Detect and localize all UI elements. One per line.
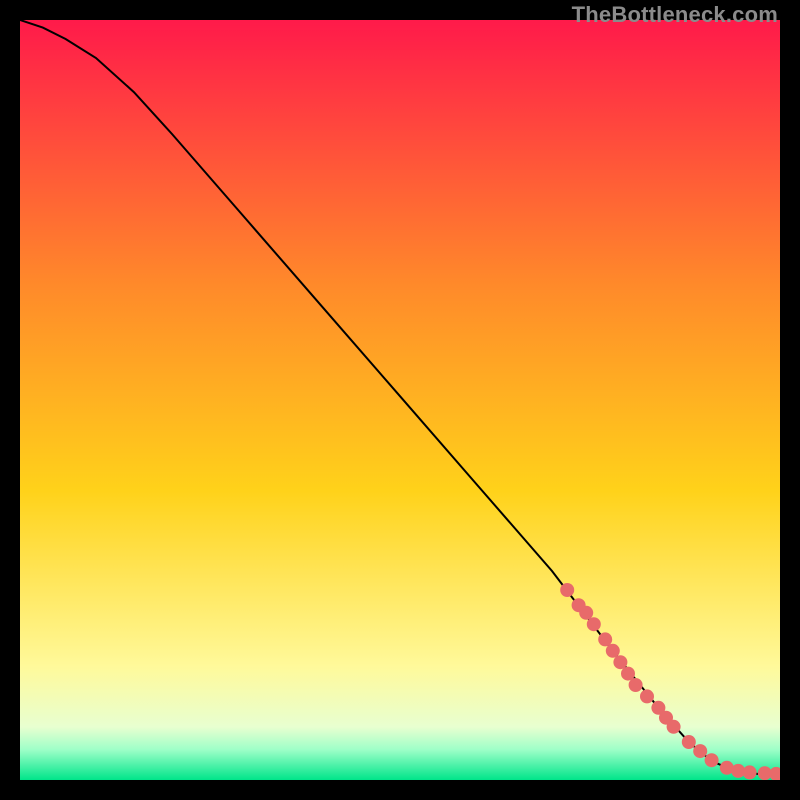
- marker-point: [743, 765, 757, 779]
- marker-point: [560, 583, 574, 597]
- marker-point: [705, 753, 719, 767]
- marker-point: [693, 744, 707, 758]
- marker-point: [667, 720, 681, 734]
- marker-point: [587, 617, 601, 631]
- marker-point: [598, 632, 612, 646]
- chart-frame: [20, 20, 780, 780]
- marker-point: [629, 678, 643, 692]
- gradient-background: [20, 20, 780, 780]
- marker-point: [606, 644, 620, 658]
- marker-point: [640, 689, 654, 703]
- marker-point: [621, 667, 635, 681]
- watermark-text: TheBottleneck.com: [572, 2, 778, 28]
- marker-point: [613, 655, 627, 669]
- marker-point: [579, 606, 593, 620]
- bottleneck-chart: [20, 20, 780, 780]
- marker-point: [682, 735, 696, 749]
